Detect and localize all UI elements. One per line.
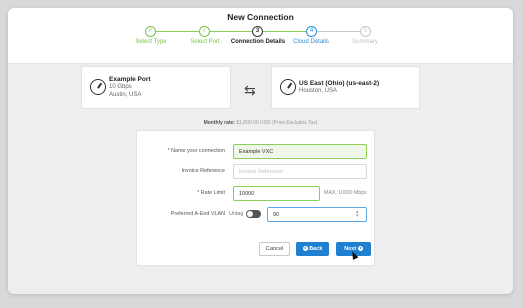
- monthly-rate-label: Monthly rate:: [203, 120, 235, 126]
- step-connector: [156, 31, 199, 32]
- connection-name-input[interactable]: [233, 144, 367, 159]
- untag-toggle[interactable]: [246, 210, 261, 218]
- step-connector: [210, 31, 252, 32]
- step-connector: [263, 31, 306, 32]
- step-3-number: 3: [252, 26, 263, 37]
- step-2-check-icon[interactable]: ✓: [199, 26, 210, 37]
- vlan-spinner-icon[interactable]: ▴ ▾: [356, 210, 359, 219]
- next-arrow-icon: [357, 245, 363, 251]
- step-connector: [317, 31, 360, 32]
- untag-label: Untag: [229, 211, 244, 217]
- rate-limit-input[interactable]: [233, 186, 320, 201]
- step-3-label: Connection Details: [230, 39, 286, 45]
- connection-details-form: * Name your connection Invoice Reference…: [136, 130, 375, 266]
- source-port-card: Example Port 10 Gbps Austin, USA: [81, 66, 231, 109]
- vlan-label: Preferred A-End VLAN: [170, 211, 225, 217]
- destination-name: US East (Ohio) (us-east-2): [299, 80, 380, 87]
- back-button[interactable]: Back: [296, 242, 329, 256]
- port-gauge-icon: [280, 79, 296, 95]
- destination-card: US East (Ohio) (us-east-2) Houston, USA: [271, 66, 420, 109]
- step-4-label: Cloud Details: [293, 39, 329, 45]
- back-button-label: Back: [309, 246, 323, 252]
- step-1-label[interactable]: Select Type: [135, 39, 166, 45]
- wizard-header: New Connection ✓ Select Type ✓ Select Po…: [8, 8, 513, 64]
- back-arrow-icon: [302, 245, 308, 251]
- step-2-label[interactable]: Select Port: [190, 39, 219, 45]
- source-port-name: Example Port: [109, 76, 151, 83]
- invoice-reference-label: Invoice Reference: [181, 168, 225, 174]
- connection-name-label: * Name your connection: [167, 148, 225, 154]
- step-5-label: Summary: [352, 39, 378, 45]
- port-gauge-icon: [90, 79, 106, 95]
- step-4-number: 4: [306, 26, 317, 37]
- cancel-button-label: Cancel: [265, 246, 284, 252]
- monthly-rate-value: $1,800.00 USD (Price Excludes Tax): [236, 120, 318, 126]
- vlan-input[interactable]: [267, 207, 367, 222]
- rate-limit-max: MAX: 10000 Mbps: [324, 190, 367, 196]
- swap-arrows-icon: ⇆: [244, 82, 256, 98]
- cancel-button[interactable]: Cancel: [259, 242, 290, 256]
- source-port-location: Austin, USA: [109, 92, 142, 98]
- source-port-speed: 10 Gbps: [109, 84, 132, 90]
- page-title: New Connection: [227, 12, 294, 22]
- monthly-rate: Monthly rate: $1,800.00 USD (Price Exclu…: [8, 120, 513, 126]
- new-connection-window: New Connection ✓ Select Type ✓ Select Po…: [8, 8, 513, 294]
- destination-location: Houston, USA: [299, 88, 338, 94]
- step-5-number: 5: [360, 26, 371, 37]
- rate-limit-label: * Rate Limit: [197, 190, 225, 196]
- step-1-check-icon[interactable]: ✓: [145, 26, 156, 37]
- invoice-reference-input[interactable]: [233, 164, 367, 179]
